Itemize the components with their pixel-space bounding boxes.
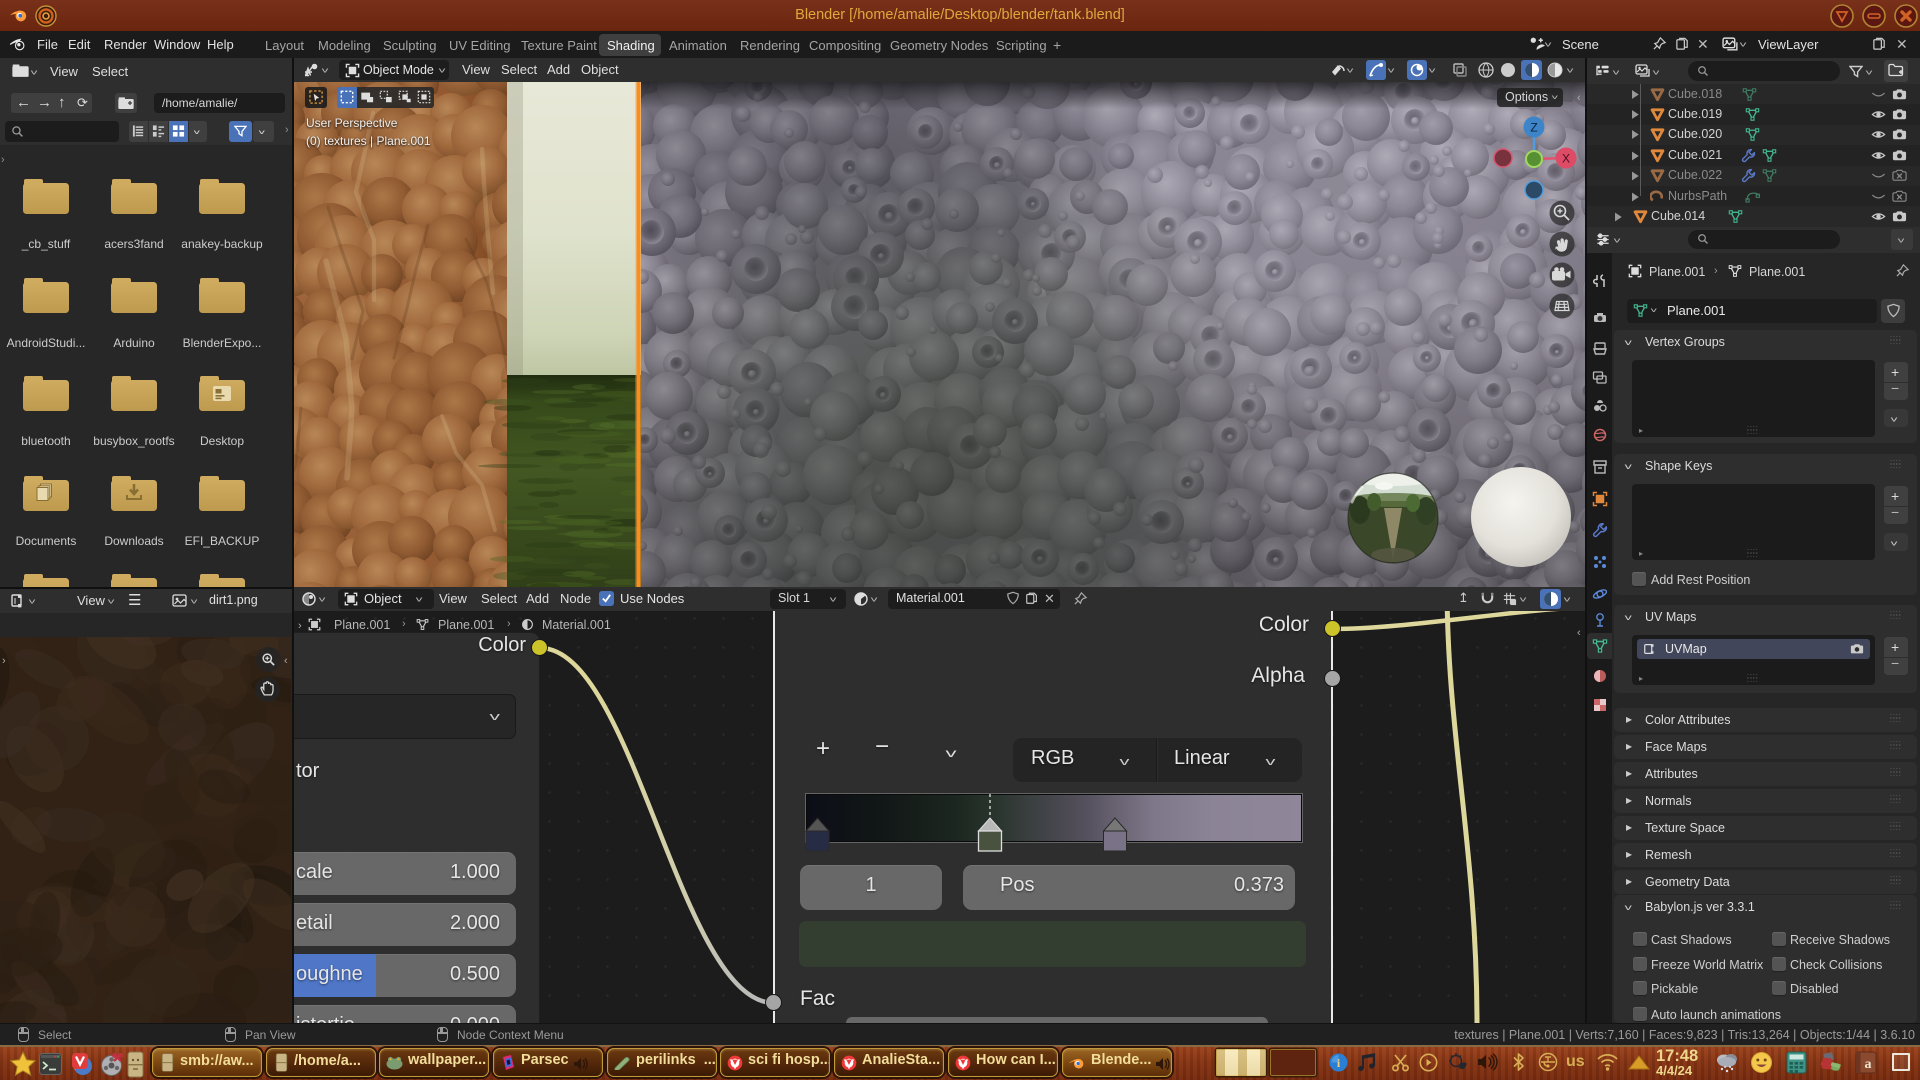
svg-text:a: a <box>1865 1057 1872 1072</box>
svg-text:X: X <box>1562 152 1570 166</box>
svg-text:Z: Z <box>1530 121 1537 135</box>
